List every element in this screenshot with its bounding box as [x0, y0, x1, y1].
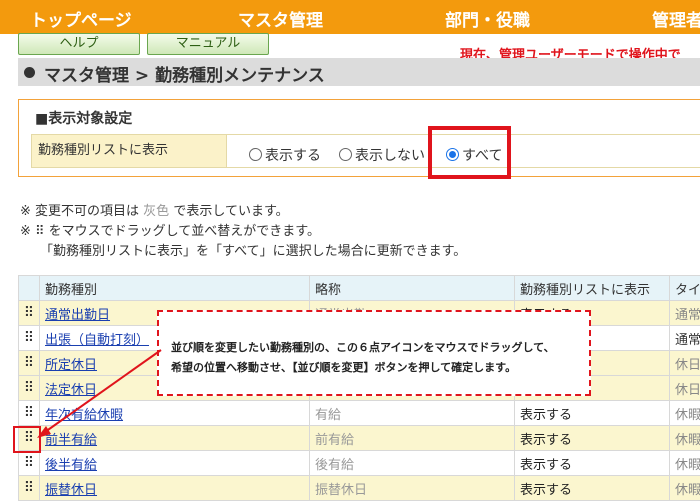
header-handle: [18, 275, 40, 301]
radio-show[interactable]: 表示する: [249, 145, 321, 165]
settings-label: 勤務種別リストに表示: [31, 134, 227, 168]
type-cell: 休暇: [669, 425, 700, 451]
radio-label: 表示しない: [355, 148, 425, 164]
type-cell: 通常: [669, 300, 700, 326]
work-type-link[interactable]: 所定休日: [45, 358, 97, 373]
note-line-1: ※ 変更不可の項目は 灰色 で表示しています。: [20, 200, 289, 219]
type-cell: 通常勤: [669, 325, 700, 351]
drag-handle-icon[interactable]: ⠿: [18, 400, 40, 426]
radio-label: 表示する: [265, 148, 321, 164]
table-row: ⠿ 前半有給 前有給 表示する 休暇: [18, 425, 700, 451]
nav-top-page[interactable]: トップページ: [30, 6, 132, 31]
table-row: ⠿ 振替休日 振替休日 表示する 休暇: [18, 475, 700, 501]
show-cell: 表示する: [514, 475, 670, 501]
highlight-box-handle: [13, 426, 41, 453]
note-text: ※ 変更不可の項目は: [20, 204, 140, 219]
type-cell: 休日: [669, 375, 700, 401]
note-text: で表示しています。: [173, 204, 289, 219]
work-type-link[interactable]: 振替休日: [45, 483, 97, 498]
note-line-2: ※ ⠿ をマウスでドラッグして並べ替えができます。: [20, 224, 320, 239]
header-name[interactable]: 勤務種別: [39, 275, 310, 301]
radio-circle-icon: [249, 148, 262, 161]
work-type-link[interactable]: 出張（自動打刻）: [45, 333, 149, 348]
page: トップページ マスタ管理 部門・役職 管理者 ヘルプ マニュアル 現在、管理ユー…: [0, 0, 700, 502]
header-show[interactable]: 勤務種別リストに表示: [514, 275, 670, 301]
callout-line-1: 並び順を変更したい勤務種別の、この６点アイコンをマウスでドラッグして、: [171, 341, 555, 354]
settings-title: ■表示対象設定: [35, 111, 133, 127]
drag-handle-icon[interactable]: ⠿: [18, 475, 40, 501]
work-type-link[interactable]: 後半有給: [45, 458, 97, 473]
work-type-name[interactable]: 前半有給: [39, 425, 310, 451]
work-type-link[interactable]: 年次有給休暇: [45, 408, 123, 423]
work-type-name[interactable]: 年次有給休暇: [39, 400, 310, 426]
radio-circle-icon: [339, 148, 352, 161]
drag-handle-icon[interactable]: ⠿: [18, 450, 40, 476]
nav-admin[interactable]: 管理者: [652, 6, 700, 31]
help-button[interactable]: ヘルプ: [18, 33, 140, 55]
table-row: ⠿ 後半有給 後有給 表示する 休暇: [18, 450, 700, 476]
bullet-icon: [24, 67, 35, 78]
nav-master[interactable]: マスタ管理: [238, 6, 323, 31]
nav-dept[interactable]: 部門・役職: [445, 6, 530, 31]
top-nav: トップページ マスタ管理 部門・役職 管理者: [0, 0, 700, 34]
show-cell: 表示する: [514, 450, 670, 476]
show-cell: 表示する: [514, 400, 670, 426]
manual-button[interactable]: マニュアル: [147, 33, 269, 55]
header-abbr[interactable]: 略称: [309, 275, 515, 301]
abbr-cell: 振替休日: [309, 475, 515, 501]
callout-line-2: 希望の位置へ移動させ、【並び順を変更】ボタンを押して確定します。: [171, 361, 517, 374]
work-type-link[interactable]: 法定休日: [45, 383, 97, 398]
work-type-link[interactable]: 前半有給: [45, 433, 97, 448]
abbr-cell: 前有給: [309, 425, 515, 451]
work-type-name[interactable]: 後半有給: [39, 450, 310, 476]
work-type-name[interactable]: 振替休日: [39, 475, 310, 501]
page-title: マスタ管理 > 勤務種別メンテナンス: [44, 66, 325, 86]
display-settings-panel: ■表示対象設定 勤務種別リストに表示 表示する 表示しない すべて: [18, 99, 700, 177]
note-line-3: 「勤務種別リストに表示」を「すべて」に選択した場合に更新できます。: [40, 244, 467, 259]
type-cell: 休暇: [669, 475, 700, 501]
work-type-link[interactable]: 通常出勤日: [45, 308, 110, 323]
highlight-box-all: [428, 126, 511, 179]
drag-handle-icon[interactable]: ⠿: [18, 375, 40, 401]
drag-handle-icon[interactable]: ⠿: [18, 300, 40, 326]
instruction-callout: 並び順を変更したい勤務種別の、この６点アイコンをマウスでドラッグして、 希望の位…: [157, 310, 591, 396]
table-header-row: 勤務種別 略称 勤務種別リストに表示 タイプ: [18, 275, 700, 301]
header-type[interactable]: タイプ: [669, 275, 700, 301]
show-cell: 表示する: [514, 425, 670, 451]
type-cell: 休日: [669, 350, 700, 376]
type-cell: 休暇: [669, 450, 700, 476]
page-title-bar: マスタ管理 > 勤務種別メンテナンス: [18, 58, 700, 86]
note-grey-text: 灰色: [143, 204, 170, 219]
type-cell: 休暇: [669, 400, 700, 426]
radio-hide[interactable]: 表示しない: [339, 145, 425, 165]
table-row: ⠿ 年次有給休暇 有給 表示する 休暇: [18, 400, 700, 426]
drag-handle-icon[interactable]: ⠿: [18, 325, 40, 351]
drag-handle-icon[interactable]: ⠿: [18, 350, 40, 376]
abbr-cell: 後有給: [309, 450, 515, 476]
abbr-cell: 有給: [309, 400, 515, 426]
